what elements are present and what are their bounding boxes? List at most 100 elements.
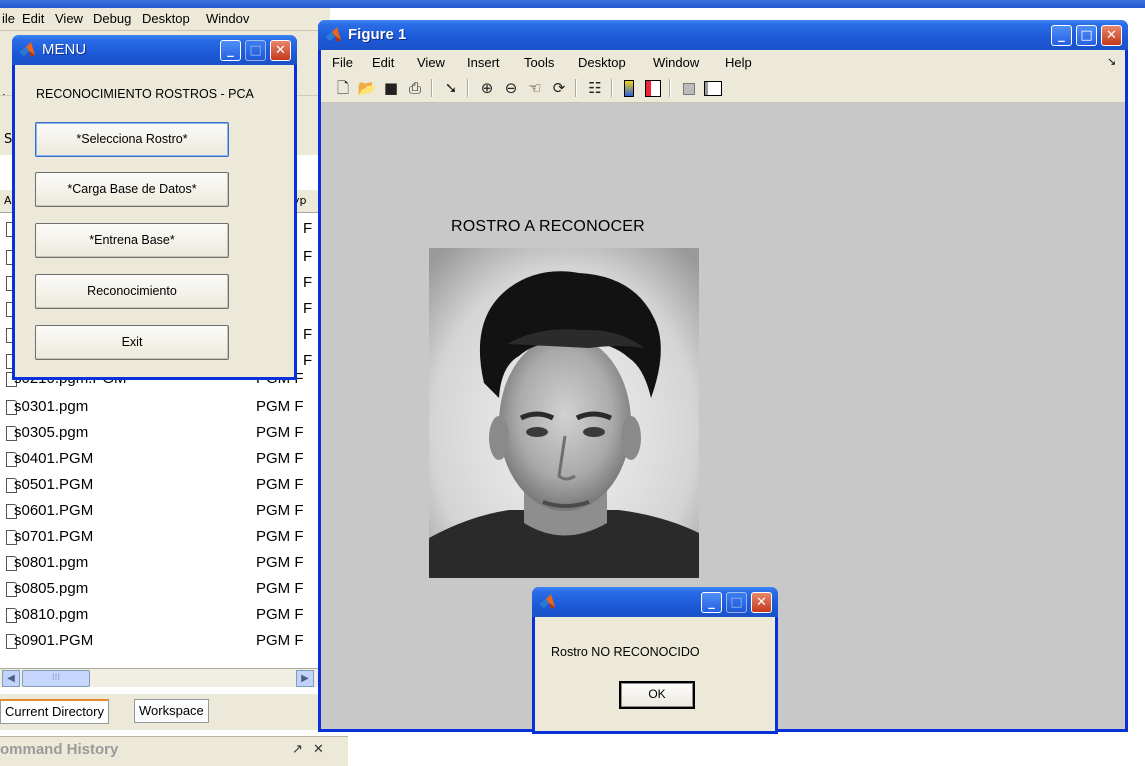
scroll-left-icon[interactable]: ◀ (2, 670, 20, 687)
train-database-button[interactable]: *Entrena Base* (35, 223, 229, 258)
figure-menu-desktop[interactable]: Desktop (578, 55, 626, 70)
tab-current-directory[interactable]: Current Directory (0, 699, 109, 724)
file-type: PGM F (256, 398, 304, 415)
axes-title: ROSTRO A RECONOCER (451, 218, 645, 235)
toolbar-separator (431, 79, 433, 97)
file-row[interactable]: s0305.pgm PGM F (0, 422, 318, 444)
new-file-icon[interactable]: 🗋 (333, 78, 353, 98)
message-text: Rostro NO RECONOCIDO (551, 645, 700, 659)
file-row[interactable]: s0401.PGM PGM F (0, 448, 318, 470)
hide-plot-tools-icon[interactable] (679, 78, 699, 98)
pointer-icon[interactable]: ➘ (441, 78, 461, 98)
select-face-button[interactable]: *Selecciona Rostro* (35, 122, 229, 157)
save-icon[interactable]: ■ (381, 78, 401, 98)
maximize-icon: □ (245, 40, 266, 61)
toolbar-separator (575, 79, 577, 97)
file-row[interactable]: s0901.PGM PGM F (0, 630, 318, 652)
figure-menu-file[interactable]: File (332, 55, 353, 70)
legend-icon[interactable] (643, 78, 663, 98)
figure-menu-edit[interactable]: Edit (372, 55, 394, 70)
file-name: s0305.pgm (14, 424, 89, 441)
figure-title: Figure 1 (348, 26, 407, 43)
colorbar-icon[interactable] (619, 78, 639, 98)
minimize-icon[interactable]: _ (220, 40, 241, 61)
desktop-menu-edit[interactable]: Edit (22, 11, 44, 26)
file-row[interactable]: s0601.PGM PGM F (0, 500, 318, 522)
command-history-header: ommand History ↗ ✕ (0, 736, 348, 766)
matlab-logo-icon (539, 594, 555, 609)
close-icon[interactable]: ✕ (1101, 25, 1122, 46)
file-row[interactable]: s0801.pgm PGM F (0, 552, 318, 574)
desktop-tabs: Current Directory Workspace (0, 694, 330, 730)
ok-button[interactable]: OK (619, 681, 695, 709)
dialog-titlebar[interactable]: _ □ ✕ (532, 587, 778, 617)
figure-menubar: File Edit View Insert Tools Desktop Wind… (321, 52, 1125, 74)
file-name: s0401.PGM (14, 450, 94, 467)
file-name: s0301.pgm (14, 398, 89, 415)
matlab-logo-icon (325, 27, 341, 42)
maximize-icon: □ (726, 592, 747, 613)
file-name: s0810.pgm (14, 606, 89, 623)
desktop-menu-window[interactable]: Windov (206, 11, 249, 26)
desktop-titlebar-edge (0, 0, 1145, 8)
menu-titlebar[interactable]: MENU _ □ ✕ (12, 35, 297, 65)
zoom-out-icon[interactable]: ⊖ (501, 78, 521, 98)
close-icon[interactable]: ✕ (270, 40, 291, 61)
close-icon[interactable]: ✕ (313, 742, 324, 757)
exit-button[interactable]: Exit (35, 325, 229, 360)
figure-titlebar[interactable]: Figure 1 _ □ ✕ (318, 20, 1128, 50)
file-row[interactable]: s0701.PGM PGM F (0, 526, 318, 548)
file-type: PGM F (256, 450, 304, 467)
file-name: s0601.PGM (14, 502, 94, 519)
zoom-in-icon[interactable]: ⊕ (477, 78, 497, 98)
scroll-thumb[interactable]: III (22, 670, 90, 687)
file-type: PGM F (256, 580, 304, 597)
maximize-icon[interactable]: □ (1076, 25, 1097, 46)
figure-menu-help[interactable]: Help (725, 55, 752, 70)
menu-title: MENU (42, 41, 87, 58)
undock-icon[interactable]: ↗ (292, 742, 303, 757)
minimize-icon[interactable]: _ (1051, 25, 1072, 46)
horizontal-scrollbar[interactable]: ◀ III ▶ (0, 668, 318, 687)
file-name: s0805.pgm (14, 580, 89, 597)
show-plot-tools-icon[interactable] (703, 78, 723, 98)
minimize-icon[interactable]: _ (701, 592, 722, 613)
command-history-title: ommand History (0, 741, 119, 758)
menu-window: MENU _ □ ✕ RECONOCIMIENTO ROSTROS - PCA … (12, 35, 297, 380)
menubar-dock-arrow-icon[interactable]: ↘ (1107, 55, 1116, 68)
header-name-fragment: A (4, 194, 12, 207)
toolbar-separator (467, 79, 469, 97)
data-cursor-icon[interactable]: ☷ (585, 78, 605, 98)
file-type: PGM F (256, 424, 304, 441)
close-icon[interactable]: ✕ (751, 592, 772, 613)
scroll-right-icon[interactable]: ▶ (296, 670, 314, 687)
file-row[interactable]: s0501.PGM PGM F (0, 474, 318, 496)
figure-menu-view[interactable]: View (417, 55, 445, 70)
figure-menu-tools[interactable]: Tools (524, 55, 554, 70)
figure-menu-window[interactable]: Window (653, 55, 699, 70)
figure-toolbar: 🗋 📂 ■ ⎙ ➘ ⊕ ⊖ ☜ ⟳ ☷ (321, 74, 1125, 103)
file-row[interactable]: s0301.pgm PGM F (0, 396, 318, 418)
file-type: PGM F (256, 632, 304, 649)
message-dialog: _ □ ✕ Rostro NO RECONOCIDO OK (532, 587, 778, 734)
recognize-button[interactable]: Reconocimiento (35, 274, 229, 309)
tab-workspace[interactable]: Workspace (134, 699, 209, 723)
file-row[interactable]: s0805.pgm PGM F (0, 578, 318, 600)
face-image (429, 248, 699, 578)
file-type: PGM F (256, 502, 304, 519)
desktop-menu-desktop[interactable]: Desktop (142, 11, 190, 26)
file-row[interactable]: s0810.pgm PGM F (0, 604, 318, 626)
load-database-button[interactable]: *Carga Base de Datos* (35, 172, 229, 207)
print-icon[interactable]: ⎙ (405, 78, 425, 98)
desktop-menu-debug[interactable]: Debug (93, 11, 131, 26)
desktop-menu-view[interactable]: View (55, 11, 83, 26)
figure-menu-insert[interactable]: Insert (467, 55, 500, 70)
desktop-menubar: ile Edit View Debug Desktop Windov (0, 8, 330, 31)
file-name: s0901.PGM (14, 632, 94, 649)
desktop-menu-file[interactable]: ile (2, 11, 15, 26)
matlab-logo-icon (19, 42, 35, 57)
rotate-3d-icon[interactable]: ⟳ (549, 78, 569, 98)
menu-heading: RECONOCIMIENTO ROSTROS - PCA (36, 87, 254, 101)
pan-hand-icon[interactable]: ☜ (525, 78, 545, 98)
open-folder-icon[interactable]: 📂 (357, 78, 377, 98)
